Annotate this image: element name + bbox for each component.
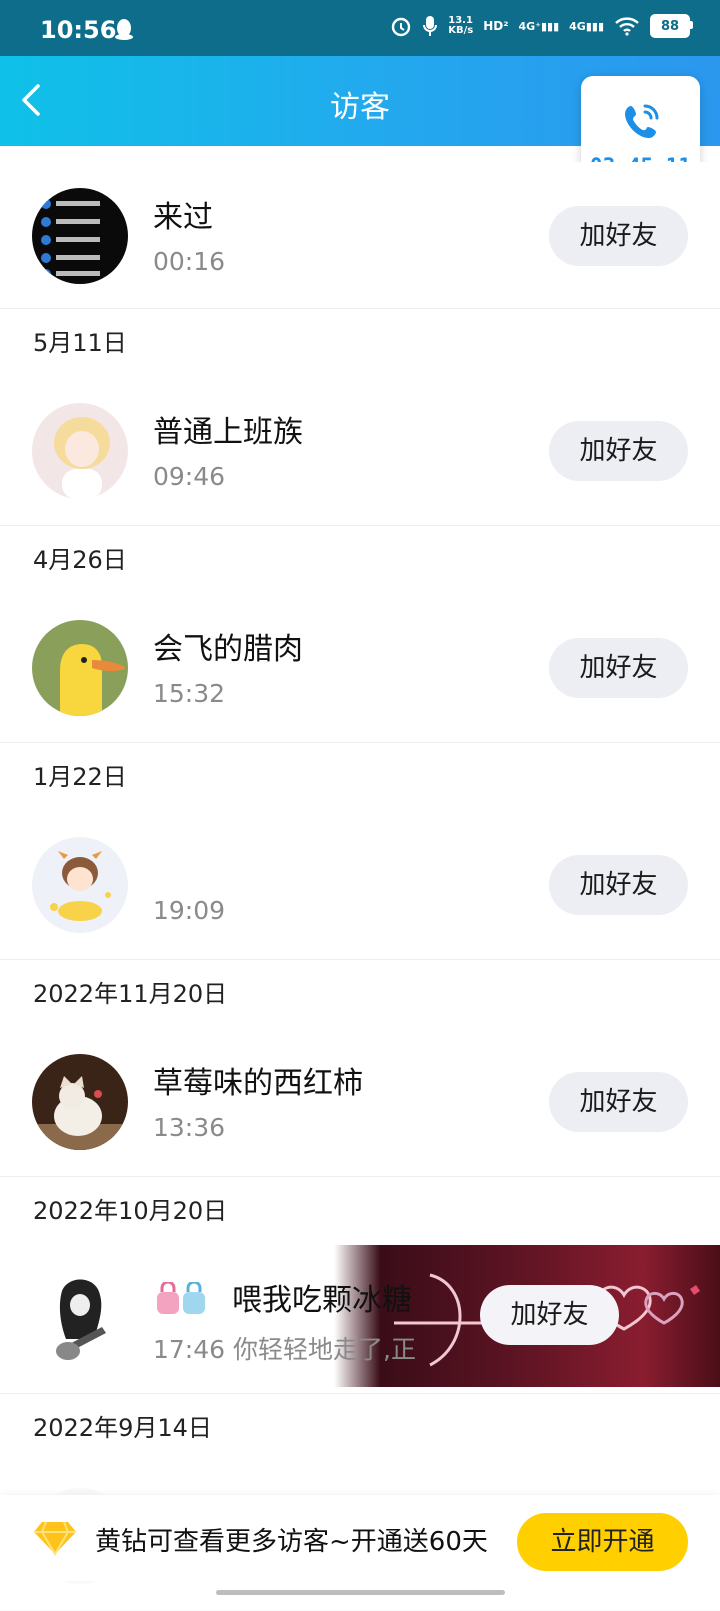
gesture-home-bar [216, 1590, 505, 1595]
date-header: 2022年9月14日 [0, 1394, 720, 1462]
list-item[interactable]: 喂我吃颗冰糖 17:46 你轻轻地走了,正 加好友 [0, 1245, 720, 1394]
qq-penguin-icon [115, 19, 133, 40]
date-header: 4月26日 [0, 526, 720, 594]
visitor-name: 喂我吃颗冰糖 [232, 1283, 412, 1318]
date-header: 2022年11月20日 [0, 960, 720, 1028]
cat-avatar[interactable] [32, 1054, 128, 1150]
visit-time: 09:46 [153, 462, 226, 491]
system-icons: 13.1 KB/s HD² 4G⁺▮▮▮ 4G▮▮▮ 88 [390, 14, 693, 38]
list-item[interactable]: 会飞的腊肉 15:32 加好友 [0, 594, 720, 743]
add-friend-button[interactable]: 加好友 [480, 1285, 619, 1345]
list-item[interactable]: 普通上班族 09:46 加好友 [0, 377, 720, 526]
cartoon-kid-avatar[interactable] [32, 837, 128, 933]
phone-call-icon [624, 104, 658, 138]
visit-time: 00:16 [153, 247, 226, 276]
vip-promo-text: 黄钻可查看更多访客~开通送60天 [95, 1527, 488, 1557]
add-friend-button[interactable]: 加好友 [549, 855, 688, 915]
visitor-name: 来过 [153, 200, 213, 235]
visit-time: 13:36 [153, 1113, 226, 1142]
yellow-diamond-icon [34, 1521, 76, 1556]
alarm-icon [392, 17, 411, 37]
duck-avatar[interactable] [32, 620, 128, 716]
vip-promo-bar: 黄钻可查看更多访客~开通送60天 立即开通 [0, 1495, 720, 1581]
mic-icon [423, 16, 438, 36]
visit-time-signature: 17:46 你轻轻地走了,正 [153, 1335, 416, 1364]
add-friend-button[interactable]: 加好友 [549, 638, 688, 698]
hd-icon: HD² [483, 19, 509, 33]
signal-4g-plus-icon: 4G⁺▮▮▮ [518, 19, 560, 33]
net-speed: 13.1 KB/s [448, 15, 474, 36]
date-header: 2022年10月20日 [0, 1177, 720, 1245]
add-friend-button[interactable]: 加好友 [549, 421, 688, 481]
date-header: 1月22日 [0, 743, 720, 811]
wifi-icon [615, 17, 639, 36]
signal-4g-icon: 4G▮▮▮ [569, 19, 604, 33]
battery-indicator: 88 [650, 14, 693, 38]
visit-time: 19:09 [153, 896, 226, 925]
visitor-name: 会飞的腊肉 [153, 632, 303, 667]
status-bar: 10:56 13.1 KB/s HD² 4G⁺▮▮▮ 4G▮▮▮ 88 [0, 0, 720, 56]
add-friend-button[interactable]: 加好友 [549, 206, 688, 266]
status-time: 10:56 [40, 16, 117, 44]
visit-time: 15:32 [153, 679, 226, 708]
crystal-badges-avatar[interactable] [32, 188, 128, 284]
list-item[interactable]: 19:09 加好友 [0, 811, 720, 960]
list-item[interactable]: 草莓味的西红柿 13:36 加好友 [0, 1028, 720, 1177]
couple-lock-icon [157, 1282, 205, 1314]
visitor-name: 草莓味的西红柿 [153, 1066, 363, 1101]
anime-girl-avatar[interactable] [32, 403, 128, 499]
add-friend-button[interactable]: 加好友 [549, 1072, 688, 1132]
open-now-button[interactable]: 立即开通 [517, 1513, 688, 1571]
visitor-list: 来过 00:16 加好友 5月11日 普通上班族 09:46 加好友 4月26日 [0, 162, 720, 1611]
date-header: 5月11日 [0, 309, 720, 377]
visitor-name: 普通上班族 [153, 415, 303, 450]
list-item[interactable]: 来过 00:16 加好友 [0, 162, 720, 309]
guitar-girl-avatar[interactable] [32, 1271, 128, 1367]
